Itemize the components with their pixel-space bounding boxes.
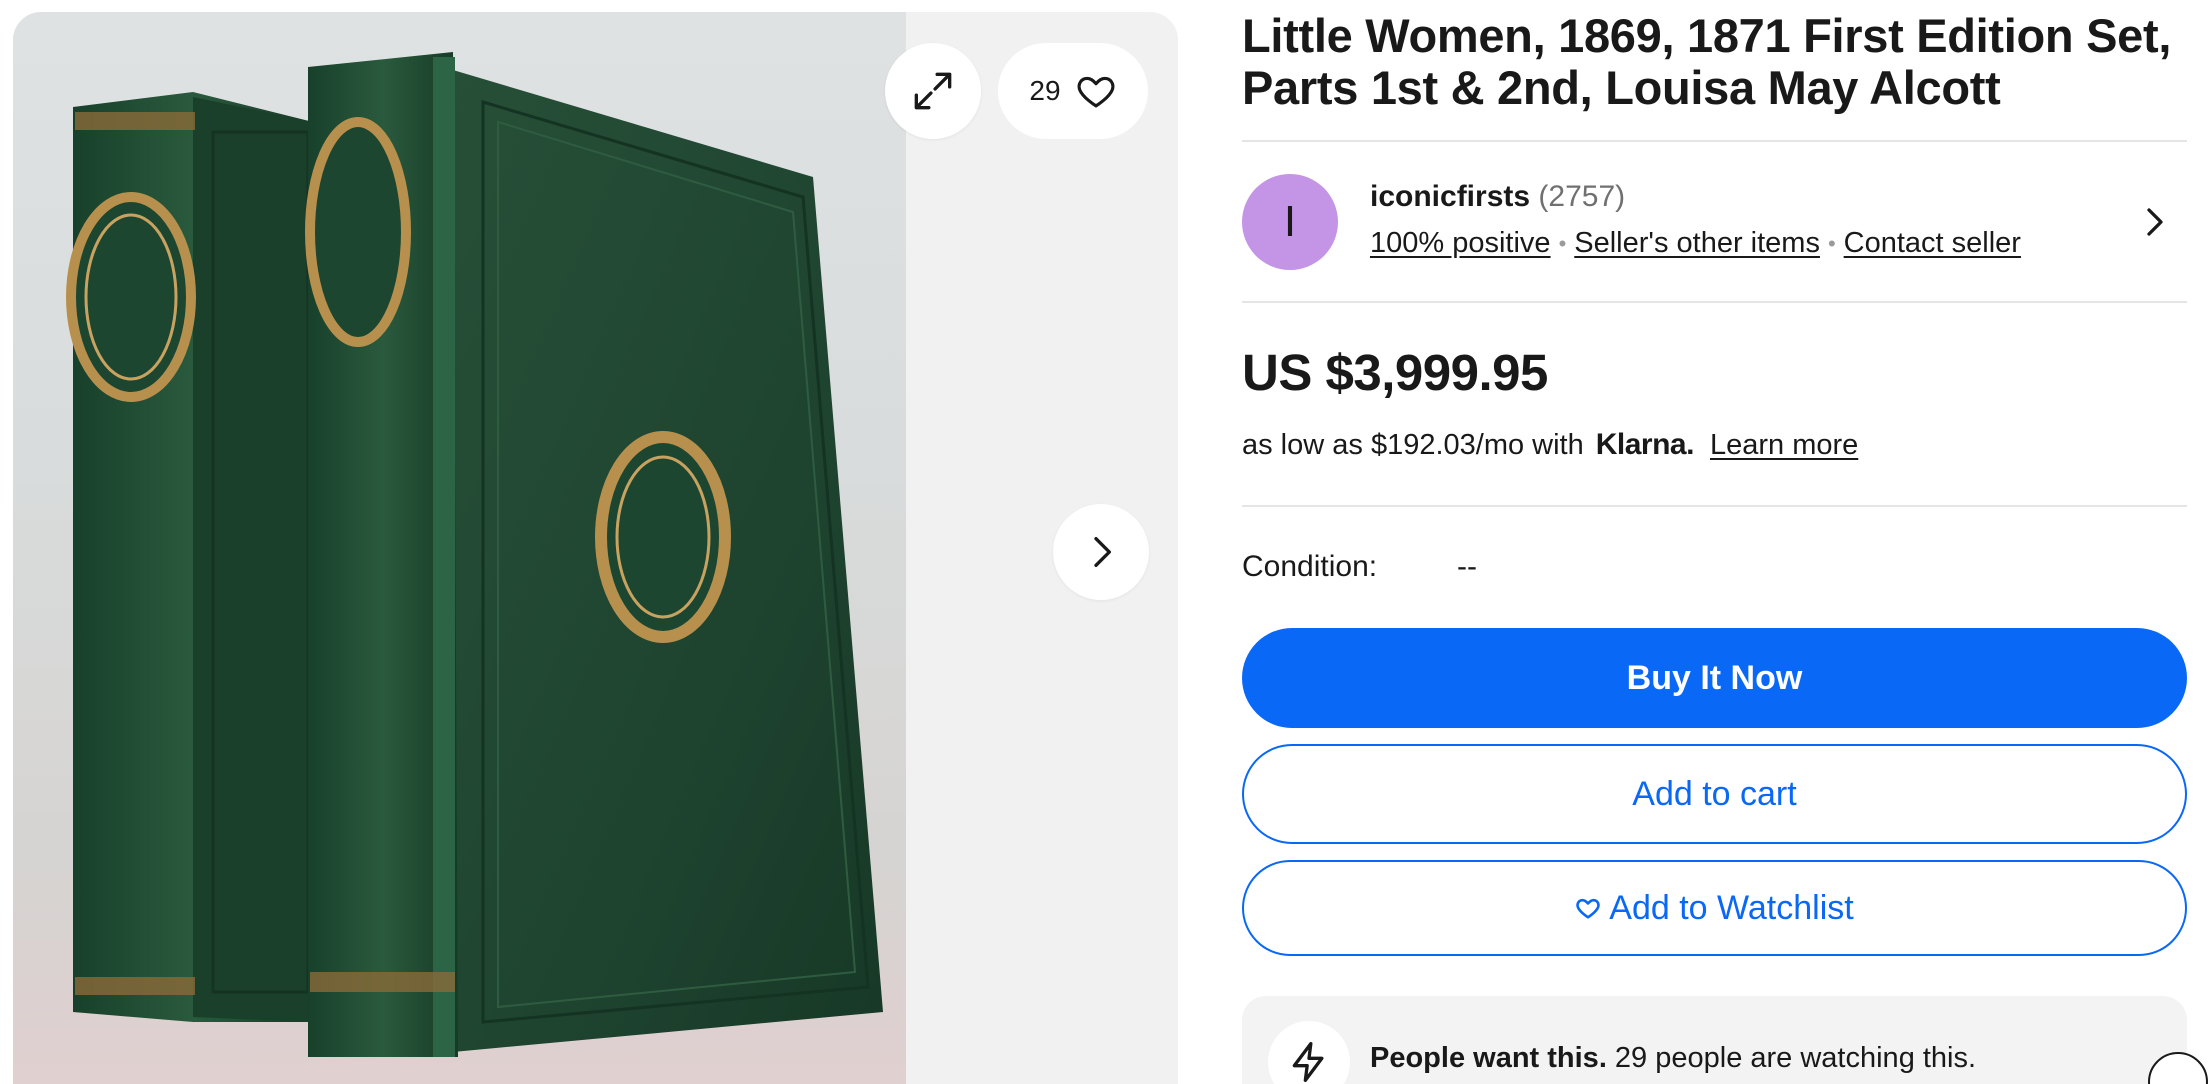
add-to-cart-label: Add to cart: [1632, 774, 1797, 813]
condition-label: Condition:: [1242, 550, 1378, 583]
heart-icon: [1575, 895, 1601, 921]
add-to-cart-button[interactable]: Add to cart: [1242, 744, 2187, 844]
demand-signal-banner: People want this. 29 people are watching…: [1242, 996, 2187, 1084]
image-gallery: 29: [13, 12, 1178, 1084]
add-to-watchlist-label: Add to Watchlist: [1609, 888, 1854, 927]
demand-signal-text: People want this. 29 people are watching…: [1370, 1042, 1976, 1075]
demand-signal-detail: 29 people are watching this.: [1606, 1042, 1977, 1074]
seller-name[interactable]: iconicfirsts: [1370, 180, 1530, 213]
lightning-icon: [1268, 1021, 1350, 1084]
next-image-button[interactable]: [1053, 504, 1149, 600]
expand-image-button[interactable]: [885, 43, 981, 139]
condition-value: --: [1457, 550, 1477, 583]
book-photo-illustration: [66, 52, 883, 1057]
listing-title: Little Women, 1869, 1871 First Edition S…: [1242, 9, 2172, 114]
divider: [1242, 505, 2187, 507]
listing-page: 29 Little Women, 1869, 1871 First Editio…: [0, 0, 2210, 1084]
seller-feedback-count: (2757): [1538, 180, 1626, 213]
divider: [1242, 140, 2187, 142]
financing-info: as low as $192.03/mo with Klarna. Learn …: [1242, 428, 1858, 462]
avatar-initial: I: [1283, 197, 1297, 246]
seller-links: 100% positive • Seller's other items • C…: [1370, 227, 2021, 260]
buy-it-now-button[interactable]: Buy It Now: [1242, 628, 2187, 728]
demand-signal-bold: People want this.: [1370, 1042, 1607, 1074]
buy-it-now-label: Buy It Now: [1626, 658, 1803, 697]
price: US $3,999.95: [1242, 344, 1548, 401]
expand-icon: [914, 72, 952, 110]
chevron-right-icon[interactable]: [2137, 204, 2173, 240]
financing-text: as low as $192.03/mo with: [1242, 428, 1584, 461]
contact-seller-link[interactable]: Contact seller: [1844, 227, 2021, 260]
seller-other-items-link[interactable]: Seller's other items: [1574, 227, 1820, 260]
learn-more-link[interactable]: Learn more: [1710, 429, 1858, 462]
divider: [1242, 301, 2187, 303]
chevron-right-icon: [1094, 537, 1111, 567]
seller-info: iconicfirsts (2757): [1370, 180, 1625, 214]
watch-count-button[interactable]: 29: [998, 43, 1148, 139]
separator-dot: •: [1558, 230, 1567, 256]
product-photo[interactable]: [13, 12, 906, 1084]
watch-count: 29: [1029, 75, 1061, 106]
klarna-logo: Klarna.: [1595, 428, 1695, 461]
positive-feedback-link[interactable]: 100% positive: [1370, 227, 1551, 260]
seller-avatar[interactable]: I: [1242, 174, 1338, 270]
heart-icon: [1077, 76, 1114, 108]
separator-dot: •: [1827, 230, 1836, 256]
add-to-watchlist-button[interactable]: Add to Watchlist: [1242, 860, 2187, 956]
